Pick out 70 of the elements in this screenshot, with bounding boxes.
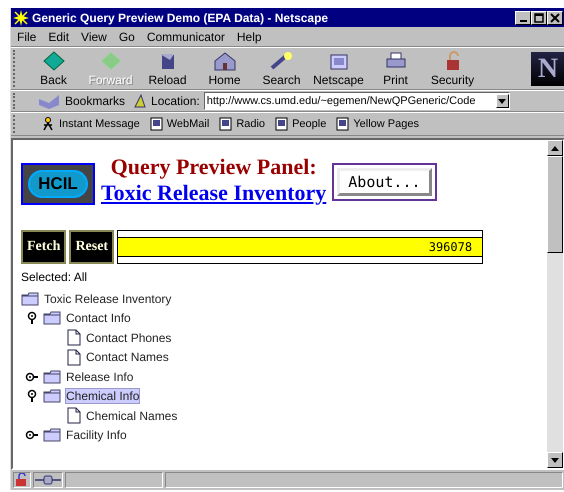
menu-item[interactable]: View xyxy=(81,30,107,44)
bookmark-icon xyxy=(336,117,350,131)
tree-item[interactable]: Facility Info xyxy=(65,427,128,444)
toolbar-button[interactable]: Back xyxy=(25,48,82,89)
tree-item[interactable]: Toxic Release Inventory xyxy=(43,290,172,307)
person-icon xyxy=(41,117,55,131)
toolbar-button[interactable]: Netscape xyxy=(310,48,367,89)
selection-status: Selected: All xyxy=(21,270,88,284)
collapse-handle-icon[interactable] xyxy=(25,311,39,326)
down-arrow-icon xyxy=(551,458,559,462)
window-title: Generic Query Preview Demo (EPA Data) - Netscape xyxy=(32,10,330,24)
bookmark-icon xyxy=(150,117,163,131)
tree-item[interactable]: Contact Phones xyxy=(85,330,172,346)
scroll-thumb[interactable] xyxy=(547,156,563,253)
maximize-icon xyxy=(534,12,544,22)
menu-item[interactable]: Go xyxy=(118,30,135,44)
tree-item[interactable]: Chemical Names xyxy=(85,408,178,424)
location-icon xyxy=(133,93,148,109)
minimize-button[interactable] xyxy=(515,10,531,24)
folder-icon xyxy=(43,428,61,442)
fetch-button[interactable]: Fetch xyxy=(21,230,66,264)
folder-icon xyxy=(43,389,61,404)
folder-icon xyxy=(21,292,39,306)
toolbar-button[interactable]: Security xyxy=(424,48,481,89)
bookmarks-button[interactable]: Bookmarks xyxy=(29,93,130,109)
about-button[interactable]: About... xyxy=(337,168,432,196)
bookmark-icon xyxy=(275,117,288,131)
url-field[interactable]: http://www.cs.umd.edu/~egemen/NewQPGeneric/Code xyxy=(204,92,510,110)
hcil-logo: HCIL xyxy=(21,163,95,205)
tree-item[interactable]: Contact Names xyxy=(85,349,170,366)
bookmark-icon xyxy=(219,117,232,131)
document-icon xyxy=(67,329,81,346)
up-arrow-icon xyxy=(551,146,559,150)
result-count: 396078 xyxy=(428,240,472,254)
reset-button[interactable]: Reset xyxy=(69,230,114,264)
netscape-logo: N xyxy=(531,52,564,86)
menu-item[interactable]: Help xyxy=(236,30,262,44)
tree-item[interactable]: Release Info xyxy=(65,368,134,385)
plug-icon xyxy=(33,472,63,488)
personal-toolbar-button[interactable]: People xyxy=(275,117,326,131)
folder-icon xyxy=(43,311,61,326)
star-icon xyxy=(13,10,29,26)
tree-item[interactable]: Contact Info xyxy=(65,310,132,326)
document-icon xyxy=(67,407,81,424)
close-icon xyxy=(550,12,560,22)
document-icon xyxy=(67,348,81,366)
personal-toolbar-button[interactable]: Radio xyxy=(219,117,266,131)
close-button[interactable] xyxy=(547,10,563,24)
toolbar-button[interactable]: Reload xyxy=(139,48,196,89)
panel-heading: Query Preview Panel: xyxy=(110,154,317,180)
toolbar-button[interactable]: Print xyxy=(367,48,424,89)
personal-toolbar-button[interactable]: WebMail xyxy=(150,117,210,131)
menu-item[interactable]: File xyxy=(17,30,36,44)
personal-toolbar-button[interactable]: Yellow Pages xyxy=(336,117,419,131)
toolbar-button[interactable]: Home xyxy=(196,48,253,89)
scroll-down-button[interactable] xyxy=(547,452,563,468)
menu-item[interactable]: Edit xyxy=(48,30,70,44)
dataset-link[interactable]: Toxic Release Inventory xyxy=(101,180,326,206)
folder-icon xyxy=(43,370,61,384)
menu-item[interactable]: Communicator xyxy=(146,30,225,44)
toolbar-button[interactable]: Search xyxy=(253,48,310,89)
scroll-up-button[interactable] xyxy=(547,140,563,156)
padlock-icon xyxy=(13,472,31,488)
tree-item[interactable]: Chemical Info xyxy=(65,388,140,404)
collapse-handle-icon[interactable] xyxy=(25,389,39,404)
maximize-button[interactable] xyxy=(531,10,547,24)
personal-toolbar-button[interactable]: Instant Message xyxy=(41,117,140,131)
location-label: Location: xyxy=(151,94,200,108)
minimize-icon xyxy=(520,20,526,22)
vertical-scrollbar[interactable] xyxy=(547,140,563,468)
